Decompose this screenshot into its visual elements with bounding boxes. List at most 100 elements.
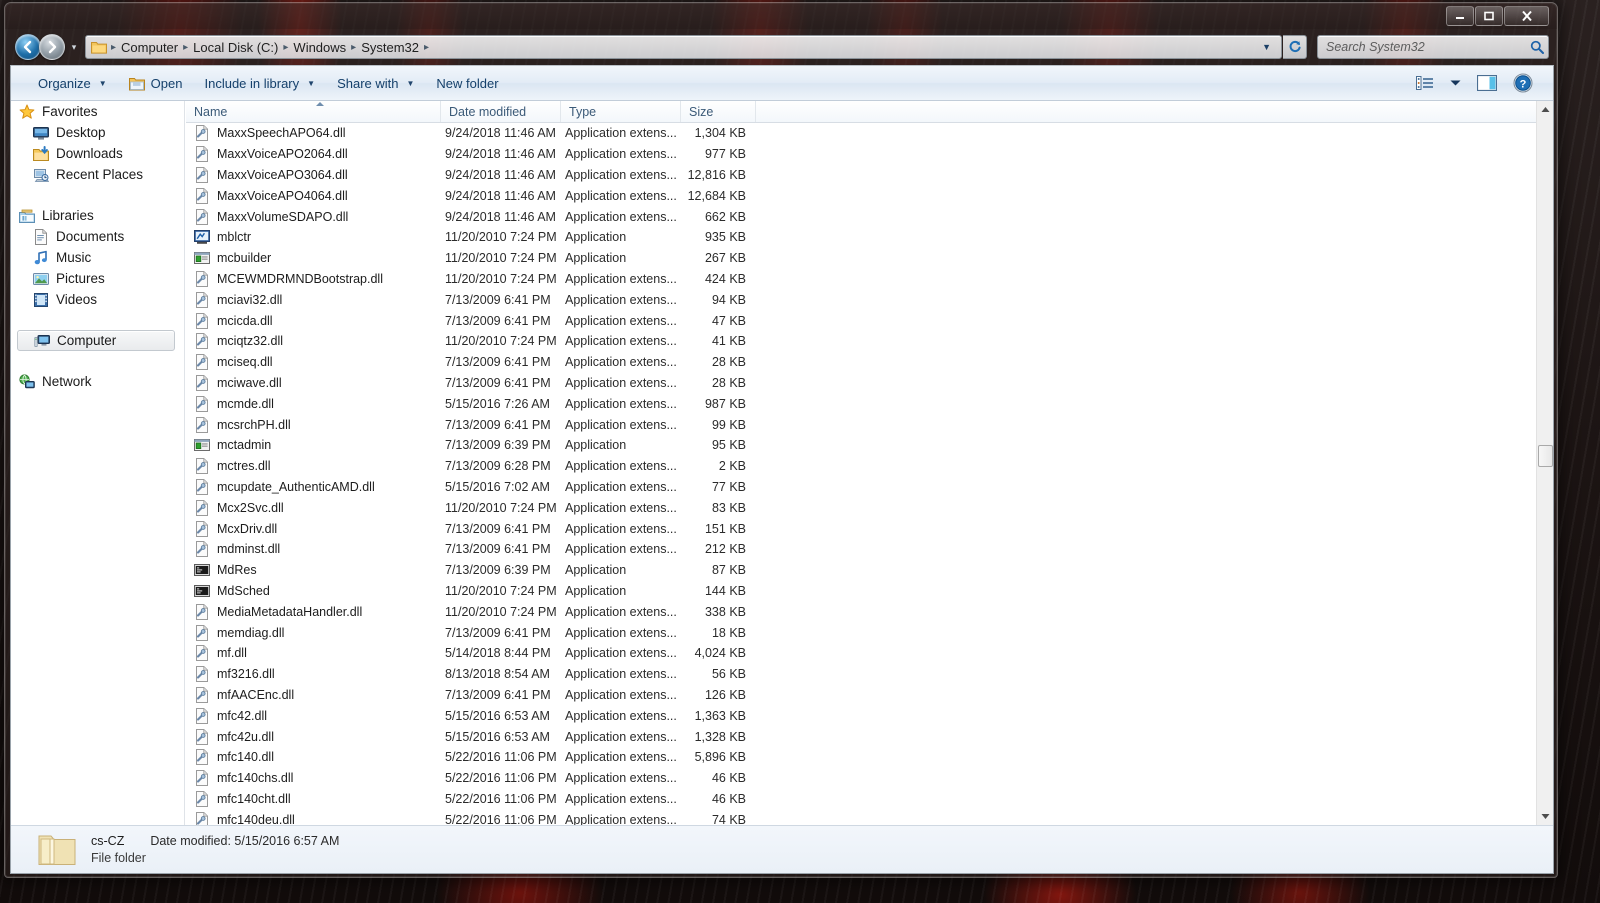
back-button[interactable] <box>15 34 41 60</box>
table-row[interactable]: mdminst.dll 7/13/2009 6:41 PM Application … <box>186 539 1553 560</box>
file-name-cell[interactable]: mfc140cht.dll <box>186 790 441 807</box>
column-header-name[interactable]: Name <box>186 101 441 122</box>
table-row[interactable]: McxDriv.dll 7/13/2009 6:41 PM Application … <box>186 518 1553 539</box>
file-name-cell[interactable]: MdSched <box>186 583 441 599</box>
table-row[interactable]: MediaMetadataHandler.dll 11/20/2010 7:24 … <box>186 601 1553 622</box>
file-name-cell[interactable]: mcupdate_AuthenticAMD.dll <box>186 478 441 495</box>
file-name-cell[interactable]: mf.dll <box>186 645 441 662</box>
maximize-button[interactable] <box>1475 6 1503 26</box>
file-name-cell[interactable]: MaxxSpeechAPO64.dll <box>186 125 441 142</box>
table-row[interactable]: MaxxVolumeSDAPO.dll 9/24/2018 11:46 AM App… <box>186 206 1553 227</box>
preview-pane-button[interactable] <box>1471 71 1503 95</box>
table-row[interactable]: MaxxSpeechAPO64.dll 9/24/2018 11:46 AM App… <box>186 123 1553 144</box>
file-name-cell[interactable]: mciavi32.dll <box>186 291 441 308</box>
column-header-size[interactable]: Size <box>681 101 756 122</box>
file-name-cell[interactable]: mfc42u.dll <box>186 728 441 745</box>
sidebar-item-libraries[interactable]: Libraries <box>11 205 181 226</box>
change-view-button[interactable] <box>1410 72 1440 94</box>
breadcrumb-item-windows[interactable]: Windows <box>289 38 350 57</box>
help-button[interactable]: ? <box>1507 69 1539 97</box>
forward-button[interactable] <box>39 34 65 60</box>
file-list-pane[interactable]: Name Date modified Type Size MaxxSpeechA… <box>186 101 1553 825</box>
scroll-up-button[interactable] <box>1537 101 1553 118</box>
sidebar-item-videos[interactable]: Videos <box>11 289 181 310</box>
table-row[interactable]: mciqtz32.dll 11/20/2010 7:24 PM Applicatio… <box>186 331 1553 352</box>
address-dropdown-icon[interactable]: ▼ <box>1256 42 1279 52</box>
table-row[interactable]: mciseq.dll 7/13/2009 6:41 PM Application e… <box>186 352 1553 373</box>
file-name-cell[interactable]: mcsrchPH.dll <box>186 416 441 433</box>
file-name-cell[interactable]: Mcx2Svc.dll <box>186 499 441 516</box>
include-in-library-button[interactable]: Include in library ▼ <box>193 71 326 96</box>
sidebar-item-music[interactable]: Music <box>11 247 181 268</box>
search-input[interactable]: Search System32 <box>1317 35 1549 59</box>
sidebar-item-desktop[interactable]: Desktop <box>11 122 181 143</box>
sidebar-item-favorites[interactable]: Favorites <box>11 101 181 122</box>
vertical-scrollbar[interactable] <box>1536 101 1553 825</box>
file-name-cell[interactable]: mfc140chs.dll <box>186 770 441 787</box>
column-header-date-modified[interactable]: Date modified <box>441 101 561 122</box>
table-row[interactable]: MdSched 11/20/2010 7:24 PM Application 144 … <box>186 581 1553 602</box>
navigation-pane[interactable]: Favorites Desktop Downloads Recent Places Li… <box>11 101 181 825</box>
table-row[interactable]: mfc140cht.dll 5/22/2016 11:06 PM Applicati… <box>186 789 1553 810</box>
table-row[interactable]: mblctr 11/20/2010 7:24 PM Application 935 K… <box>186 227 1553 248</box>
table-row[interactable]: mcicda.dll 7/13/2009 6:41 PM Application e… <box>186 310 1553 331</box>
file-name-cell[interactable]: MediaMetadataHandler.dll <box>186 603 441 620</box>
file-name-cell[interactable]: mcbuilder <box>186 250 441 266</box>
table-row[interactable]: mctadmin 7/13/2009 6:39 PM Application 95 K… <box>186 435 1553 456</box>
table-row[interactable]: mcmde.dll 5/15/2016 7:26 AM Application ex… <box>186 393 1553 414</box>
breadcrumb-item-system32[interactable]: System32 <box>357 38 423 57</box>
file-name-cell[interactable]: mcicda.dll <box>186 312 441 329</box>
share-with-button[interactable]: Share with ▼ <box>326 71 425 96</box>
sidebar-item-pictures[interactable]: Pictures <box>11 268 181 289</box>
view-dropdown-button[interactable] <box>1444 75 1467 91</box>
table-row[interactable]: MCEWMDRMNDBootstrap.dll 11/20/2010 7:24 P… <box>186 269 1553 290</box>
file-name-cell[interactable]: mf3216.dll <box>186 666 441 683</box>
history-dropdown-button[interactable]: ▾ <box>67 34 81 60</box>
file-name-cell[interactable]: mciqtz32.dll <box>186 333 441 350</box>
sidebar-item-documents[interactable]: Documents <box>11 226 181 247</box>
table-row[interactable]: mfc140.dll 5/22/2016 11:06 PM Application … <box>186 747 1553 768</box>
table-row[interactable]: MaxxVoiceAPO3064.dll 9/24/2018 11:46 AM Ap… <box>186 165 1553 186</box>
close-button[interactable] <box>1504 6 1549 26</box>
table-row[interactable]: mcsrchPH.dll 7/13/2009 6:41 PM Application… <box>186 414 1553 435</box>
breadcrumb-item-local-disk[interactable]: Local Disk (C:) <box>189 38 282 57</box>
table-row[interactable]: mctres.dll 7/13/2009 6:28 PM Application e… <box>186 456 1553 477</box>
table-row[interactable]: mfc42u.dll 5/15/2016 6:53 AM Application e… <box>186 726 1553 747</box>
new-folder-button[interactable]: New folder <box>425 71 509 96</box>
open-button[interactable]: Open <box>118 71 194 96</box>
column-header-type[interactable]: Type <box>561 101 681 122</box>
table-row[interactable]: mcupdate_AuthenticAMD.dll 5/15/2016 7:02 … <box>186 477 1553 498</box>
file-name-cell[interactable]: mblctr <box>186 229 441 245</box>
file-name-cell[interactable]: MaxxVoiceAPO3064.dll <box>186 166 441 183</box>
table-row[interactable]: mfc140chs.dll 5/22/2016 11:06 PM Applicati… <box>186 768 1553 789</box>
file-name-cell[interactable]: memdiag.dll <box>186 624 441 641</box>
file-name-cell[interactable]: mfc140deu.dll <box>186 811 441 825</box>
file-name-cell[interactable]: MaxxVolumeSDAPO.dll <box>186 208 441 225</box>
file-name-cell[interactable]: mfc42.dll <box>186 707 441 724</box>
file-name-cell[interactable]: MdRes <box>186 562 441 578</box>
file-name-cell[interactable]: mctres.dll <box>186 458 441 475</box>
file-name-cell[interactable]: mctadmin <box>186 437 441 453</box>
table-row[interactable]: Mcx2Svc.dll 11/20/2010 7:24 PM Application… <box>186 497 1553 518</box>
table-row[interactable]: mcbuilder 11/20/2010 7:24 PM Application 26… <box>186 248 1553 269</box>
table-row[interactable]: mf.dll 5/14/2018 8:44 PM Application exten… <box>186 643 1553 664</box>
table-row[interactable]: mf3216.dll 8/13/2018 8:54 AM Application e… <box>186 664 1553 685</box>
table-row[interactable]: mfAACEnc.dll 7/13/2009 6:41 PM Application… <box>186 685 1553 706</box>
sidebar-item-network[interactable]: Network <box>11 371 181 392</box>
file-name-cell[interactable]: mciseq.dll <box>186 354 441 371</box>
file-name-cell[interactable]: mciwave.dll <box>186 374 441 391</box>
table-row[interactable]: mfc140deu.dll 5/22/2016 11:06 PM Applicati… <box>186 809 1553 825</box>
file-name-cell[interactable]: mdminst.dll <box>186 541 441 558</box>
file-name-cell[interactable]: mcmde.dll <box>186 395 441 412</box>
refresh-button[interactable] <box>1283 35 1307 59</box>
table-row[interactable]: mciavi32.dll 7/13/2009 6:41 PM Application… <box>186 289 1553 310</box>
breadcrumb[interactable]: ▸ Computer ▸ Local Disk (C:) ▸ Windows ▸… <box>85 35 1282 59</box>
scroll-down-button[interactable] <box>1537 808 1553 825</box>
table-row[interactable]: mciwave.dll 7/13/2009 6:41 PM Application … <box>186 373 1553 394</box>
file-name-cell[interactable]: McxDriv.dll <box>186 520 441 537</box>
table-row[interactable]: memdiag.dll 7/13/2009 6:41 PM Application … <box>186 622 1553 643</box>
minimize-button[interactable] <box>1446 6 1474 26</box>
file-name-cell[interactable]: mfAACEnc.dll <box>186 686 441 703</box>
file-name-cell[interactable]: MaxxVoiceAPO2064.dll <box>186 146 441 163</box>
table-row[interactable]: mfc42.dll 5/15/2016 6:53 AM Application ex… <box>186 705 1553 726</box>
